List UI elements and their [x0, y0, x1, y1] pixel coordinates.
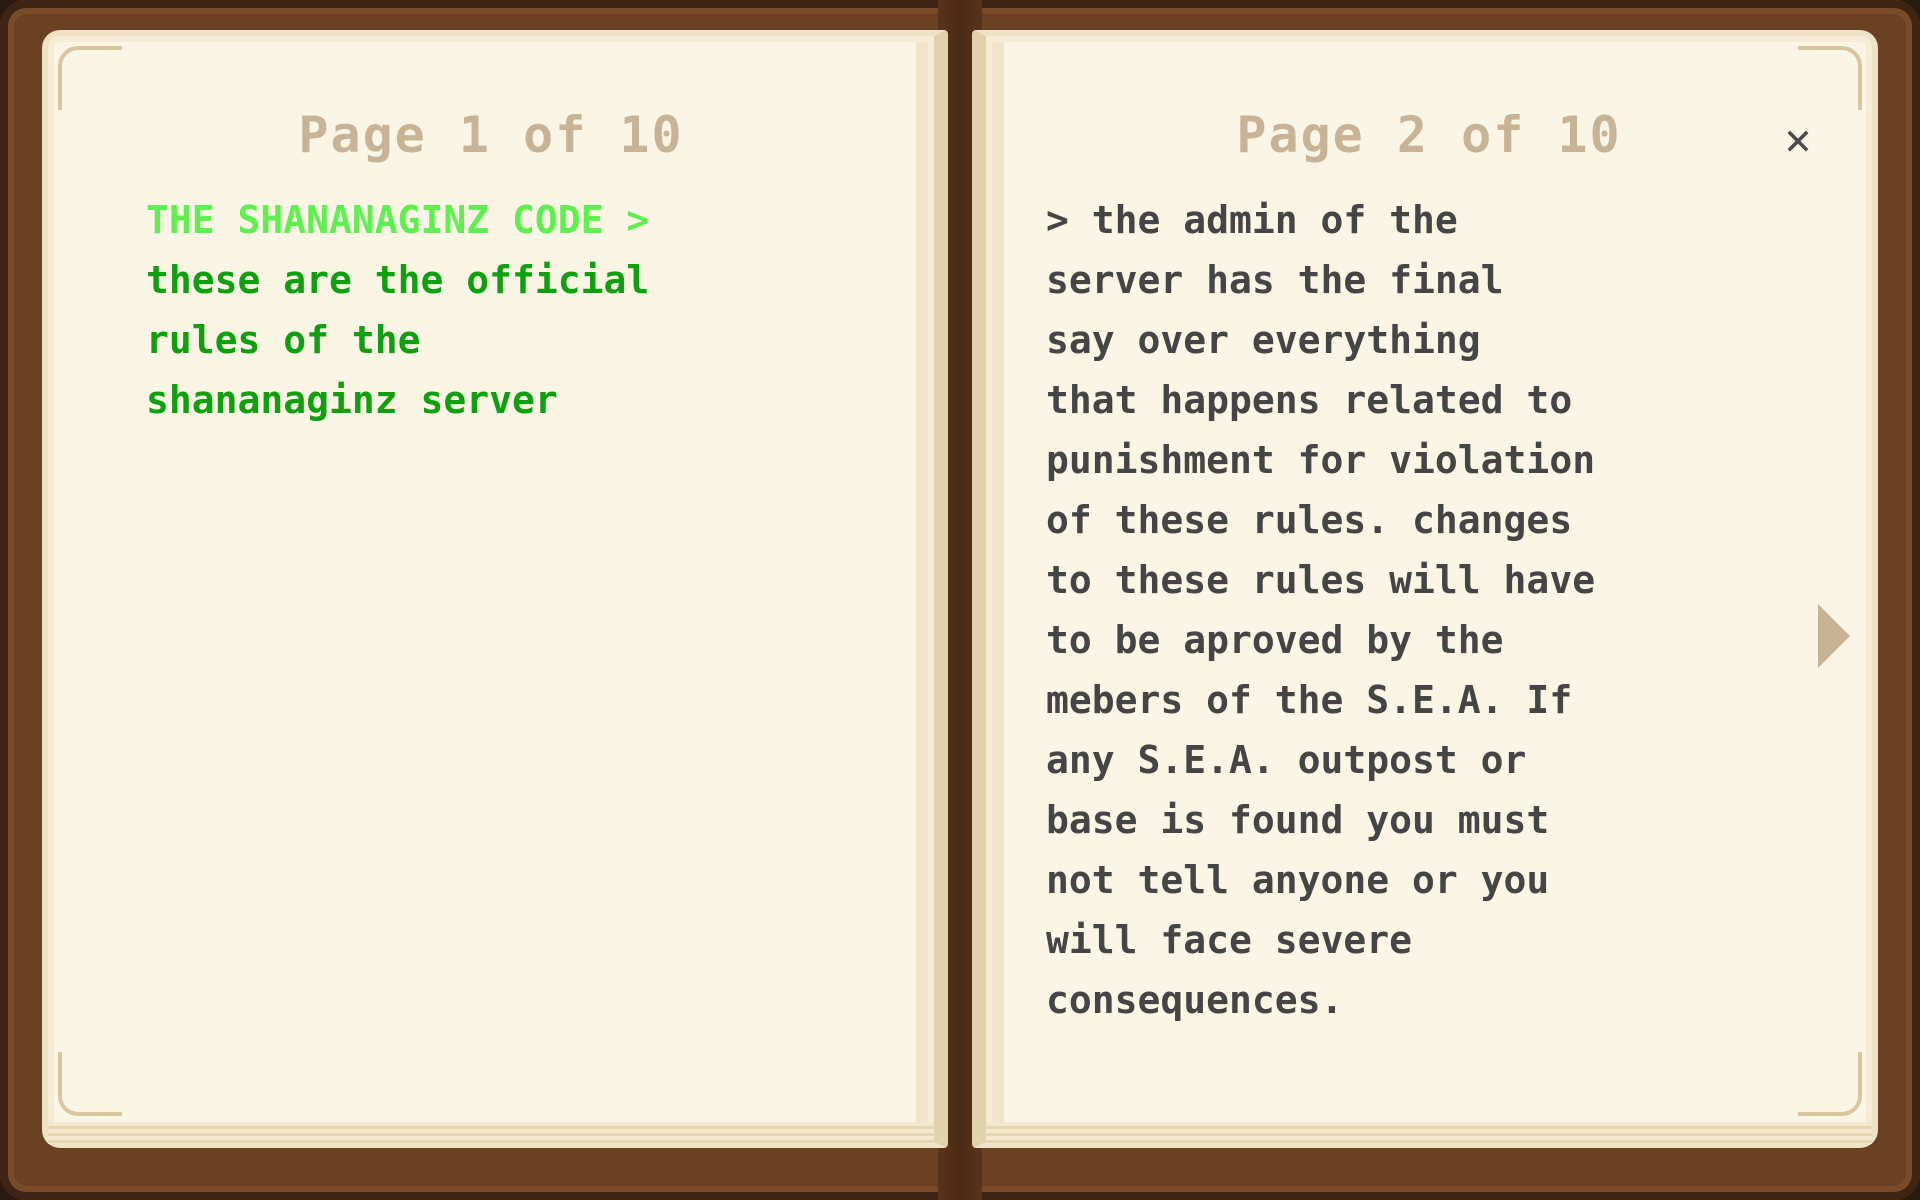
page-corner-ornament — [1798, 1052, 1862, 1116]
left-page-body: these are the official rules of the shan… — [146, 258, 650, 422]
page-corner-ornament — [58, 1052, 122, 1116]
right-page-number: Page 2 of 10 — [1236, 106, 1622, 164]
left-page-text: THE SHANANAGINZ CODE > these are the off… — [146, 190, 866, 430]
right-page-body: > the admin of the server has the final … — [1046, 198, 1596, 1022]
page-edge — [986, 1122, 1872, 1144]
page-corner-ornament — [1798, 46, 1862, 110]
close-icon[interactable]: ✕ — [1776, 118, 1820, 162]
right-page: Page 2 of 10 > the admin of the server h… — [972, 30, 1878, 1148]
left-page-number: Page 1 of 10 — [298, 106, 684, 164]
next-page-arrow-icon[interactable] — [1818, 604, 1850, 668]
left-page: Page 1 of 10 THE SHANANAGINZ CODE > thes… — [42, 30, 948, 1148]
page-edge — [48, 1122, 934, 1144]
page-corner-ornament — [58, 46, 122, 110]
book-heading[interactable]: THE SHANANAGINZ CODE > — [146, 198, 649, 242]
